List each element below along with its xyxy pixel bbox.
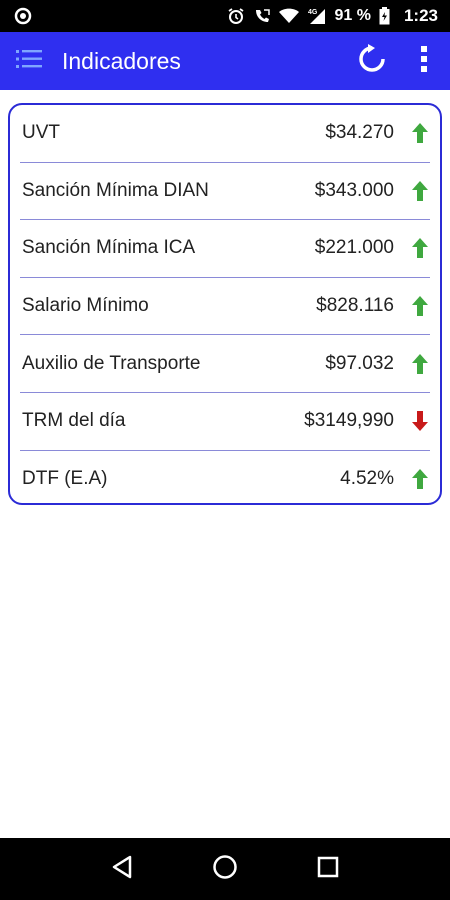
indicator-value: $221.000 <box>314 237 394 259</box>
trend-up-icon <box>394 180 428 201</box>
indicator-row-trm[interactable]: TRM del día $3149,990 <box>20 393 430 451</box>
status-left <box>14 7 32 25</box>
network-label: 4G <box>308 9 318 16</box>
page-title: Indicadores <box>62 47 181 74</box>
status-bar: 4G 91 % 1:23 <box>0 0 450 32</box>
call-forward-icon <box>253 7 271 25</box>
indicator-label: Sanción Mínima ICA <box>22 237 196 259</box>
indicator-label: Auxilio de Transporte <box>22 352 201 374</box>
indicator-value: $828.116 <box>316 295 394 317</box>
trend-down-icon <box>394 411 428 432</box>
recents-button[interactable] <box>304 845 352 893</box>
indicator-row-sancion-ica[interactable]: Sanción Mínima ICA $221.000 <box>20 220 430 278</box>
signal-icon: 4G <box>307 7 327 25</box>
indicator-value: $97.032 <box>325 352 394 374</box>
indicator-row-sancion-dian[interactable]: Sanción Mínima DIAN $343.000 <box>20 163 430 221</box>
indicator-row-uvt[interactable]: UVT $34.270 <box>20 105 430 163</box>
trend-up-icon <box>394 123 428 144</box>
overflow-menu-button[interactable] <box>408 32 440 90</box>
indicator-row-dtf[interactable]: DTF (E.A) 4.52% <box>20 451 430 509</box>
back-triangle-icon <box>111 855 133 884</box>
indicator-row-auxilio-transporte[interactable]: Auxilio de Transporte $97.032 <box>20 335 430 393</box>
trend-up-icon <box>394 353 428 374</box>
indicator-value: $3149,990 <box>304 410 394 432</box>
battery-icon <box>379 7 390 25</box>
indicator-row-salario-minimo[interactable]: Salario Mínimo $828.116 <box>20 278 430 336</box>
alarm-icon <box>227 7 245 25</box>
wifi-icon <box>278 8 299 24</box>
trend-up-icon <box>394 469 428 490</box>
indicator-label: UVT <box>22 122 60 144</box>
recents-square-icon <box>317 856 339 883</box>
clock: 1:23 <box>403 6 438 25</box>
navigation-bar <box>0 838 450 900</box>
indicator-label: TRM del día <box>22 410 126 432</box>
list-menu-icon <box>16 48 42 75</box>
indicator-label: Salario Mínimo <box>22 295 149 317</box>
more-vert-icon <box>420 45 428 78</box>
trend-up-icon <box>394 238 428 259</box>
back-button[interactable] <box>98 845 146 893</box>
status-right: 4G 91 % 1:23 <box>227 6 438 26</box>
home-circle-icon <box>212 854 238 885</box>
indicators-card: UVT $34.270 Sanción Mínima DIAN $343.000… <box>8 103 442 505</box>
indicator-label: Sanción Mínima DIAN <box>22 179 209 201</box>
refresh-icon <box>357 43 387 79</box>
home-button[interactable] <box>201 845 249 893</box>
app-bar: Indicadores <box>0 32 450 90</box>
trend-up-icon <box>394 296 428 317</box>
menu-button[interactable] <box>4 32 54 90</box>
refresh-button[interactable] <box>348 32 396 90</box>
indicator-label: DTF (E.A) <box>22 468 108 490</box>
notification-dot-icon <box>14 7 32 25</box>
battery-level: 91 % <box>334 7 371 24</box>
indicator-value: $34.270 <box>325 122 394 144</box>
indicator-value: 4.52% <box>340 468 394 490</box>
indicator-value: $343.000 <box>314 179 394 201</box>
